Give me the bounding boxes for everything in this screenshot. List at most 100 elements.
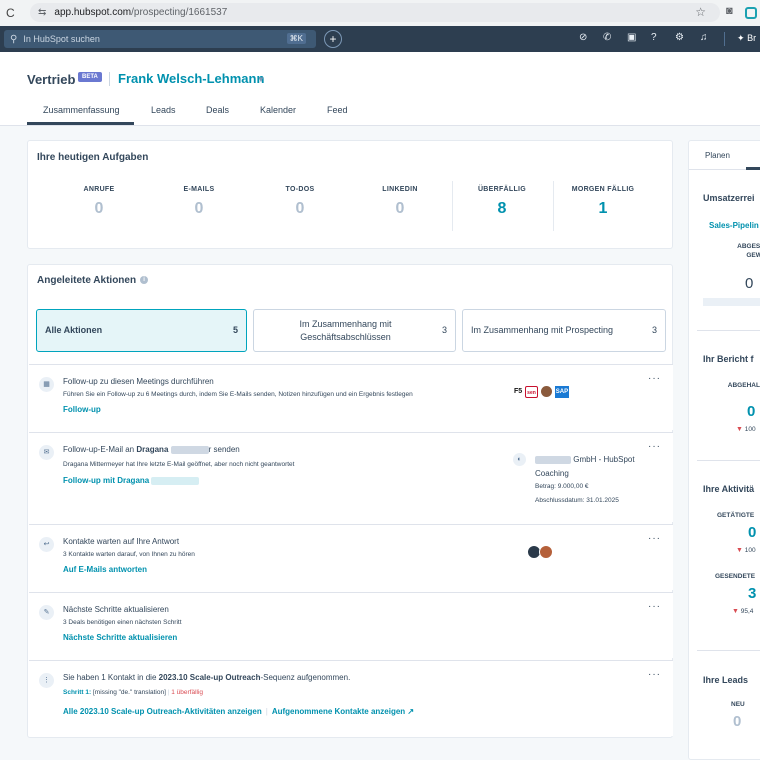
reply-icon: ↩ xyxy=(39,537,54,552)
calling-icon[interactable]: ✆ xyxy=(603,32,611,43)
filter-prospecting[interactable]: Im Zusammenhang mit Prospecting 3 xyxy=(462,309,666,352)
active-tab-indicator xyxy=(27,122,134,125)
contact-name: Dragana xyxy=(136,445,169,454)
metric-value: 0 xyxy=(94,200,104,217)
sequence-name: 2023.10 Scale-up Outreach xyxy=(158,673,261,682)
metric-value: 0 xyxy=(395,200,405,217)
meetings-held-value: 0 xyxy=(747,403,756,420)
metric-morgen-faellig[interactable]: MORGEN FÄLLIG 1 xyxy=(553,186,653,218)
down-triangle-icon: ▼ xyxy=(736,547,743,554)
section-divider xyxy=(697,460,760,461)
tab-deals[interactable]: Deals xyxy=(206,105,229,115)
deal-amount: Betrag: 9.000,00 € xyxy=(535,483,589,490)
url-host: app.hubspot.com xyxy=(54,7,132,18)
closed-won-label: ABGESCH UN GEWON xyxy=(737,243,760,259)
search-input[interactable]: ⚲ In HubSpot suchen ⌘K xyxy=(4,30,316,48)
follow-up-link[interactable]: Follow-up xyxy=(63,405,101,414)
question-icon[interactable]: ? xyxy=(651,32,657,43)
profile-menu[interactable]: ✦ Br xyxy=(737,33,756,44)
calendar-icon: ▦ xyxy=(39,377,54,392)
gear-icon[interactable]: ⚙ xyxy=(675,32,684,43)
metric-label: LINKEDIN xyxy=(382,186,418,193)
step-label: Schritt 1: xyxy=(63,689,92,696)
company-logos: F5 sen SAP xyxy=(513,385,570,398)
more-menu-icon[interactable]: ··· xyxy=(648,533,661,544)
metric-value: 8 xyxy=(497,200,507,217)
site-settings-icon[interactable]: ⇆ xyxy=(38,7,46,18)
filter-deals[interactable]: Im Zusammenhang mit Geschäftsabschlüssen… xyxy=(253,309,456,352)
emails-sent-value: 3 xyxy=(748,585,757,602)
email-icon: ✉ xyxy=(39,445,54,460)
bell-icon[interactable]: ♫ xyxy=(700,32,708,43)
metric-emails[interactable]: E-MAILS 0 xyxy=(149,186,249,218)
report-section-title: Ihr Bericht f xyxy=(703,354,754,364)
actions-title-text: Angeleitete Aktionen xyxy=(37,275,137,286)
metric-linkedin[interactable]: LINKEDIN 0 xyxy=(350,186,450,218)
more-menu-icon[interactable]: ··· xyxy=(648,441,661,452)
create-plus-icon[interactable]: + xyxy=(324,30,342,48)
update-next-steps-link[interactable]: Nächste Schritte aktualisieren xyxy=(63,633,177,642)
delta-value: 100 xyxy=(744,426,756,433)
activities-done-delta: ▼ 100 xyxy=(736,547,756,554)
metric-ueberfaellig[interactable]: ÜBERFÄLLIG 8 xyxy=(452,186,552,218)
filter-all-actions[interactable]: Alle Aktionen 5 xyxy=(36,309,247,352)
title-text: -Sequenz aufgenommen. xyxy=(260,673,351,682)
extension-icon[interactable] xyxy=(745,7,757,19)
contact-avatar xyxy=(539,385,553,398)
metric-anrufe[interactable]: ANRUFE 0 xyxy=(49,186,149,218)
owner-selector[interactable]: Frank Welsch-Lehmann xyxy=(118,71,264,86)
activities-done-value: 0 xyxy=(748,524,757,541)
contact-avatars xyxy=(513,545,553,559)
more-menu-icon[interactable]: ··· xyxy=(648,601,661,612)
delta-value: 95,4 xyxy=(740,608,754,615)
new-leads-label: NEU xyxy=(731,701,745,708)
enrolled-contacts-link[interactable]: Aufgenommene Kontakte anzeigen xyxy=(272,707,405,716)
action-title: Follow-up-E-Mail an Dragana r senden xyxy=(63,445,240,454)
action-title: Nächste Schritte aktualisieren xyxy=(63,605,169,614)
info-icon[interactable]: i xyxy=(140,276,149,285)
more-menu-icon[interactable]: ··· xyxy=(648,669,661,680)
help-icon[interactable]: ⊘ xyxy=(579,32,587,43)
tasks-title: Ihre heutigen Aufgaben xyxy=(37,152,149,163)
logo-sap: SAP xyxy=(554,385,570,398)
address-bar[interactable]: ⇆ app.hubspot.com/prospecting/1661537 ☆ xyxy=(30,3,720,22)
tab-planen[interactable]: Planen xyxy=(705,151,730,160)
sequence-step: Schritt 1: [missing "de." translation] |… xyxy=(63,689,204,696)
reply-emails-link[interactable]: Auf E-Mails antworten xyxy=(63,565,147,574)
search-shortcut: ⌘K xyxy=(286,33,306,44)
sales-pipeline-link[interactable]: Sales-Pipelin xyxy=(709,221,759,230)
active-tab-indicator xyxy=(746,167,760,170)
title-text: r senden xyxy=(208,445,240,454)
more-menu-icon[interactable]: ··· xyxy=(648,373,661,384)
follow-up-contact-link[interactable]: Follow-up mit Dragana xyxy=(63,476,200,485)
external-link-icon[interactable]: ↗ xyxy=(407,707,414,716)
action-row-sequence: ⋮ Sie haben 1 Kontakt in die 2023.10 Sca… xyxy=(29,660,673,736)
logo-sen: sen xyxy=(525,385,538,398)
search-icon: ⚲ xyxy=(10,33,18,45)
guided-actions-card: Angeleitete Aktionen i Alle Aktionen 5 Im… xyxy=(27,264,673,738)
metric-todos[interactable]: TO-DOS 0 xyxy=(250,186,350,218)
tab-zusammenfassung[interactable]: Zusammenfassung xyxy=(43,105,120,115)
tab-leads[interactable]: Leads xyxy=(151,105,176,115)
actions-title: Angeleitete Aktionen i xyxy=(37,275,149,286)
redacted-text xyxy=(535,455,571,464)
sequence-activities-link[interactable]: Alle 2023.10 Scale-up Outreach-Aktivität… xyxy=(63,707,262,716)
filter-label: Alle Aktionen xyxy=(45,325,103,335)
filter-label: Im Zusammenhang mit Geschäftsabschlüssen xyxy=(299,319,392,342)
marketplace-icon[interactable]: ▣ xyxy=(627,32,636,43)
bookmark-star-icon[interactable]: ☆ xyxy=(695,5,706,19)
reload-icon[interactable]: C xyxy=(6,6,26,20)
tab-feed[interactable]: Feed xyxy=(327,105,348,115)
metric-value: 0 xyxy=(194,200,204,217)
search-placeholder: In HubSpot suchen xyxy=(23,34,100,44)
logo-f5: F5 xyxy=(514,387,523,395)
profile-label: Br xyxy=(747,33,757,43)
chevron-down-icon[interactable]: ▼ xyxy=(257,75,265,84)
camera-icon[interactable]: ◙ xyxy=(726,5,733,17)
meetings-held-label: ABGEHAL MEETIN xyxy=(727,382,760,389)
action-row-next-steps: ✎ Nächste Schritte aktualisieren 3 Deals… xyxy=(29,592,673,658)
down-triangle-icon: ▼ xyxy=(732,608,739,615)
tab-kalender[interactable]: Kalender xyxy=(260,105,296,115)
nav-divider xyxy=(724,32,725,46)
metric-value: 1 xyxy=(598,200,608,217)
